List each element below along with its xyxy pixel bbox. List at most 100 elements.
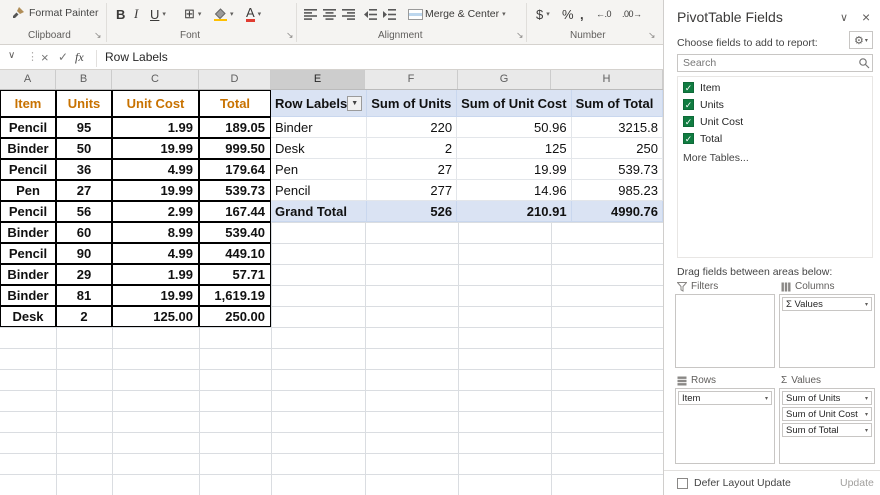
- column-header-G[interactable]: G: [458, 70, 551, 89]
- cell[interactable]: 60: [56, 222, 112, 243]
- column-header-C[interactable]: C: [112, 70, 199, 89]
- cell[interactable]: 125.00: [112, 306, 199, 327]
- tools-gear-button[interactable]: ⚙ ▾: [849, 31, 873, 49]
- align-right-button[interactable]: [342, 4, 355, 24]
- more-tables-link[interactable]: More Tables...: [683, 152, 872, 164]
- column-header-A[interactable]: A: [0, 70, 56, 89]
- cell[interactable]: 250.00: [199, 306, 271, 327]
- format-painter-button[interactable]: Format Painter: [12, 6, 98, 19]
- cell[interactable]: 4.99: [112, 159, 199, 180]
- cell[interactable]: 57.71: [199, 264, 271, 285]
- fill-color-button[interactable]: ▾: [214, 4, 234, 24]
- cell[interactable]: 56: [56, 201, 112, 222]
- align-left-button[interactable]: [304, 4, 317, 24]
- cell[interactable]: 4.99: [112, 243, 199, 264]
- rows-area-box[interactable]: Item ▾: [675, 388, 775, 464]
- cell[interactable]: 27: [56, 180, 112, 201]
- underline-button[interactable]: U ▾: [150, 4, 166, 24]
- pivot-cell[interactable]: 19.99: [457, 159, 572, 180]
- defer-layout-checkbox[interactable]: [677, 478, 688, 489]
- cell[interactable]: 1,619.19: [199, 285, 271, 306]
- pivot-cell[interactable]: 2: [367, 138, 458, 159]
- cell[interactable]: 19.99: [112, 138, 199, 159]
- field-pill[interactable]: Item ▾: [678, 391, 772, 405]
- pivot-cell[interactable]: 250: [571, 138, 663, 159]
- cell[interactable]: Binder: [0, 264, 56, 285]
- data-table-header[interactable]: Item: [0, 90, 56, 117]
- cell[interactable]: 539.40: [199, 222, 271, 243]
- row-labels-filter-button[interactable]: ▼: [347, 95, 363, 111]
- cell[interactable]: 167.44: [199, 201, 271, 222]
- column-header-D[interactable]: D: [199, 70, 271, 89]
- field-pill[interactable]: Sum of Total ▾: [782, 423, 872, 437]
- cell[interactable]: 90: [56, 243, 112, 264]
- pane-close-icon[interactable]: ×: [862, 9, 870, 25]
- cell[interactable]: Binder: [0, 138, 56, 159]
- pivot-header-cell[interactable]: Sum of Unit Cost: [457, 90, 572, 117]
- pivot-cell[interactable]: 125: [457, 138, 572, 159]
- cell[interactable]: 999.50: [199, 138, 271, 159]
- pivot-cell[interactable]: 526: [367, 201, 458, 222]
- comma-style-button[interactable]: ,: [580, 4, 584, 24]
- pivot-cell[interactable]: 27: [367, 159, 458, 180]
- column-header-H[interactable]: H: [551, 70, 663, 89]
- cell[interactable]: Pencil: [0, 159, 56, 180]
- cell[interactable]: 2.99: [112, 201, 199, 222]
- pivot-cell[interactable]: 210.91: [457, 201, 572, 222]
- cell[interactable]: 2: [56, 306, 112, 327]
- increase-indent-button[interactable]: [383, 4, 396, 24]
- font-dialog-launcher[interactable]: ↘: [286, 30, 294, 41]
- cell[interactable]: Desk: [0, 306, 56, 327]
- pivot-header-cell[interactable]: Sum of Total: [571, 90, 663, 117]
- pivot-header-cell[interactable]: Row Labels ▼: [271, 90, 368, 117]
- formula-content[interactable]: Row Labels: [105, 50, 168, 64]
- chevron-down-icon[interactable]: ▾: [765, 395, 768, 402]
- values-area-box[interactable]: Sum of Units ▾ Sum of Unit Cost ▾ Sum of Tot…: [779, 388, 875, 464]
- cell[interactable]: 36: [56, 159, 112, 180]
- font-color-button[interactable]: A ▾: [246, 4, 261, 24]
- borders-button[interactable]: ⊞ ▾: [184, 4, 201, 24]
- bold-button[interactable]: B: [116, 4, 125, 24]
- pivot-cell[interactable]: 220: [367, 117, 458, 138]
- number-dialog-launcher[interactable]: ↘: [648, 30, 656, 41]
- alignment-dialog-launcher[interactable]: ↘: [516, 30, 524, 41]
- data-table-header[interactable]: Total: [199, 90, 271, 117]
- cell[interactable]: 19.99: [112, 285, 199, 306]
- pivot-cell[interactable]: 277: [367, 180, 458, 201]
- pivot-cell[interactable]: Desk: [271, 138, 368, 159]
- cell[interactable]: Pencil: [0, 243, 56, 264]
- chevron-down-icon[interactable]: ▾: [865, 411, 868, 418]
- cell[interactable]: 81: [56, 285, 112, 306]
- cell[interactable]: 95: [56, 117, 112, 138]
- column-header-E[interactable]: E: [271, 70, 365, 89]
- italic-button[interactable]: I: [134, 4, 138, 24]
- decrease-decimal-button[interactable]: .00→: [622, 4, 642, 24]
- cell[interactable]: 179.64: [199, 159, 271, 180]
- insert-function-button[interactable]: fx: [75, 50, 84, 65]
- cell[interactable]: Pen: [0, 180, 56, 201]
- field-pill[interactable]: Sum of Units ▾: [782, 391, 872, 405]
- accounting-format-button[interactable]: $ ▾: [536, 4, 550, 24]
- cell[interactable]: 539.73: [199, 180, 271, 201]
- field-item-units[interactable]: ✓ Units: [683, 98, 872, 111]
- pivot-header-cell[interactable]: Sum of Units: [367, 90, 458, 117]
- search-input[interactable]: [677, 54, 873, 72]
- cell[interactable]: 29: [56, 264, 112, 285]
- column-header-B[interactable]: B: [56, 70, 112, 89]
- cell[interactable]: Pencil: [0, 201, 56, 222]
- chevron-down-icon[interactable]: ▾: [865, 395, 868, 402]
- field-checkbox[interactable]: ✓: [683, 82, 694, 93]
- cell[interactable]: 1.99: [112, 117, 199, 138]
- filters-area-box[interactable]: [675, 294, 775, 368]
- cell[interactable]: Binder: [0, 285, 56, 306]
- pivot-cell[interactable]: 985.23: [571, 180, 663, 201]
- cell[interactable]: Binder: [0, 222, 56, 243]
- pivot-cell[interactable]: 14.96: [457, 180, 572, 201]
- field-checkbox[interactable]: ✓: [683, 133, 694, 144]
- name-box-dropdown[interactable]: ∨: [8, 50, 15, 61]
- field-item-total[interactable]: ✓ Total: [683, 132, 872, 145]
- columns-area-box[interactable]: Σ Values ▾: [779, 294, 875, 368]
- cell[interactable]: Pencil: [0, 117, 56, 138]
- pivot-cell[interactable]: Pencil: [271, 180, 368, 201]
- update-button[interactable]: Update: [840, 477, 874, 489]
